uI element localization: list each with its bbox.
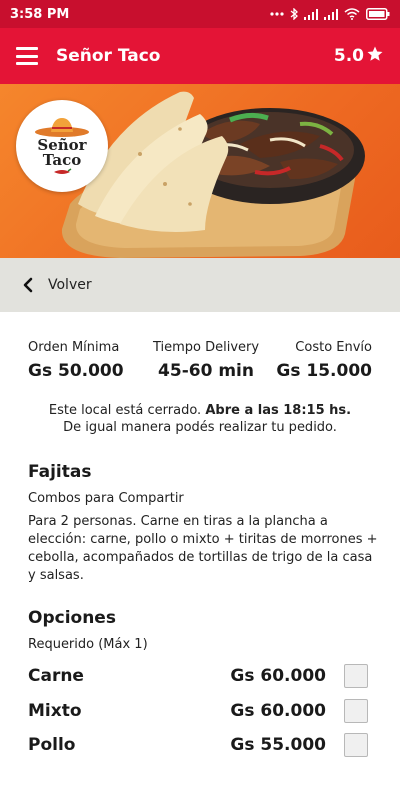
rating-value: 5.0 xyxy=(333,46,364,66)
rating-badge: 5.0 xyxy=(334,45,384,68)
hero-banner: Señor Taco xyxy=(0,84,400,258)
product-description: Para 2 personas. Carne en tiras a la pla… xyxy=(28,514,378,583)
signal-icon xyxy=(304,8,318,20)
option-checkbox[interactable] xyxy=(344,733,368,757)
back-label: Volver xyxy=(48,277,92,293)
delivery-time-stat: Tiempo Delivery 45-60 min xyxy=(150,340,262,381)
product-title: Fajitas xyxy=(28,462,92,482)
min-order-stat: Orden Mínima Gs 50.000 xyxy=(28,340,124,381)
wifi-icon xyxy=(344,8,360,20)
options-title: Opciones xyxy=(28,608,116,628)
star-icon xyxy=(366,45,384,68)
status-icons xyxy=(270,8,390,20)
stat-label: Costo Envío xyxy=(295,340,372,355)
option-price: Gs 60.000 xyxy=(230,666,326,686)
option-price: Gs 55.000 xyxy=(230,735,326,755)
stat-value: Gs 50.000 xyxy=(28,361,124,381)
option-row-mixto[interactable]: Mixto Gs 60.000 xyxy=(28,697,368,725)
back-button[interactable]: Volver xyxy=(0,258,400,312)
app-bar: Señor Taco 5.0 xyxy=(0,28,400,84)
option-row-carne[interactable]: Carne Gs 60.000 xyxy=(28,662,368,690)
status-time: 3:58 PM xyxy=(10,6,70,22)
signal-icon xyxy=(324,8,338,20)
option-checkbox[interactable] xyxy=(344,664,368,688)
options-requirement: Requerido (Máx 1) xyxy=(28,637,148,652)
status-bar: 3:58 PM xyxy=(0,0,400,28)
chili-icon xyxy=(54,168,72,174)
closed-text: Este local está cerrado. xyxy=(48,403,206,418)
product-category: Combos para Compartir xyxy=(28,491,184,506)
battery-icon xyxy=(366,8,390,20)
option-checkbox[interactable] xyxy=(344,699,368,723)
logo-line2: Taco xyxy=(42,151,82,169)
stat-label: Tiempo Delivery xyxy=(152,340,260,355)
hamburger-menu-icon[interactable] xyxy=(16,47,38,65)
closed-notice: Este local está cerrado. Abre a las 18:1… xyxy=(0,402,400,436)
more-dots-icon xyxy=(270,12,284,16)
stat-value: Gs 15.000 xyxy=(276,361,372,381)
delivery-info: Orden Mínima Gs 50.000 Tiempo Delivery 4… xyxy=(0,340,400,390)
option-name: Carne xyxy=(28,666,84,686)
restaurant-title: Señor Taco xyxy=(56,46,161,66)
sombrero-icon xyxy=(35,118,89,137)
opening-time: Abre a las 18:15 hs. xyxy=(205,403,352,418)
chevron-left-icon xyxy=(23,277,33,293)
delivery-cost-stat: Costo Envío Gs 15.000 xyxy=(276,340,372,381)
stat-label: Orden Mínima xyxy=(28,340,120,355)
stat-value: 45-60 min xyxy=(158,361,254,381)
closed-notice-line2: De igual manera podés realizar tu pedido… xyxy=(63,420,337,435)
restaurant-logo: Señor Taco xyxy=(16,100,108,192)
option-name: Mixto xyxy=(28,701,82,721)
option-name: Pollo xyxy=(28,735,76,755)
bluetooth-icon xyxy=(290,8,298,20)
option-row-pollo[interactable]: Pollo Gs 55.000 xyxy=(28,731,368,759)
closed-notice-line1: Este local está cerrado. Abre a las 18:1… xyxy=(0,402,400,419)
option-price: Gs 60.000 xyxy=(230,701,326,721)
